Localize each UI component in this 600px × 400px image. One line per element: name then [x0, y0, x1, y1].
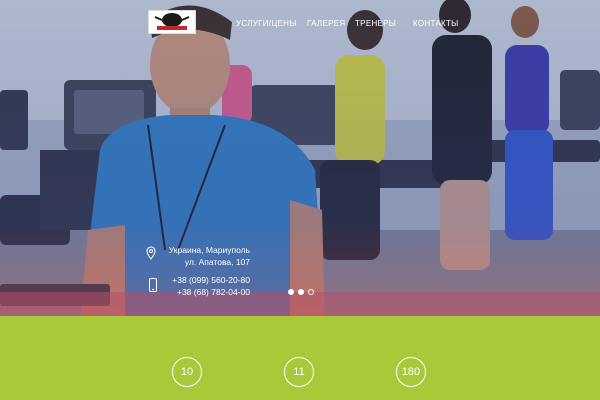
nav-item-services-prices[interactable]: УСЛУГИ/ЦЕНЫ [236, 19, 297, 28]
hero-banner: УСЛУГИ/ЦЕНЫ ГАЛЕРЕЯ ТРЕНЕРЫ КОНТАКТЫ Укр… [0, 0, 600, 316]
hero-overlay [0, 0, 600, 316]
nav-item-gallery[interactable]: ГАЛЕРЕЯ [307, 19, 345, 28]
nav-item-trainers[interactable]: ТРЕНЕРЫ [355, 19, 396, 28]
site-logo[interactable] [148, 10, 196, 34]
phone-number-1[interactable]: +38 (099) 560-20-80 [146, 274, 250, 286]
address: Украина, Мариуполь ул. Апатова, 107 [146, 244, 250, 268]
stat-circle-2: 11 [284, 357, 314, 387]
phone-list: +38 (099) 560-20-80 +38 (68) 782-04-00 [146, 274, 250, 298]
stat-circle-1: 10 [172, 357, 202, 387]
logo-emblem-icon [149, 11, 195, 33]
address-line-city: Украина, Мариуполь [168, 245, 250, 255]
address-line-street: ул. Апатова, 107 [184, 257, 250, 267]
stats-section: 10 11 180 [0, 357, 600, 391]
slider-dot-3[interactable] [308, 289, 314, 295]
stat-circle-3: 180 [396, 357, 426, 387]
slider-dots [288, 289, 314, 295]
slider-dot-1[interactable] [288, 289, 294, 295]
nav-item-contacts[interactable]: КОНТАКТЫ [413, 19, 459, 28]
slider-dot-2[interactable] [298, 289, 304, 295]
phone-number-2[interactable]: +38 (68) 782-04-00 [146, 286, 250, 298]
